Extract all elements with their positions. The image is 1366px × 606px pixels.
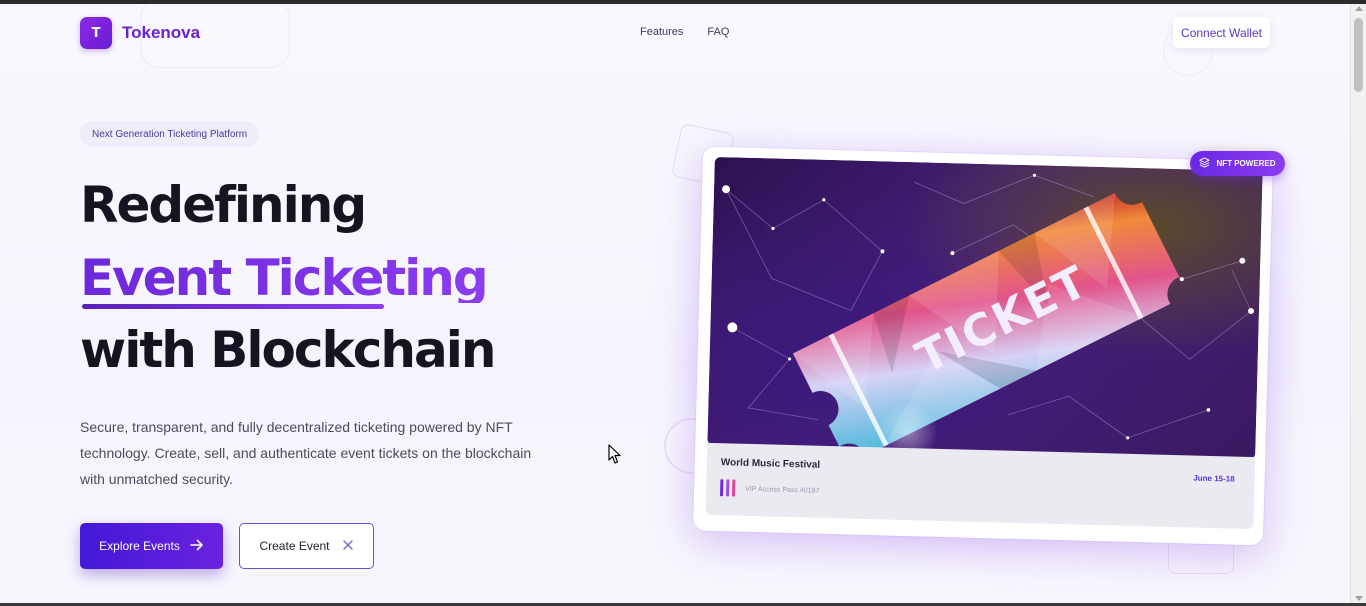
mouse-cursor-icon (608, 444, 622, 469)
ticket-card[interactable]: TICKET World Music Festival June 15-18 V… (693, 146, 1273, 546)
vertical-scrollbar[interactable] (1350, 4, 1366, 603)
ticket-info: World Music Festival June 15-18 VIP Acce… (705, 442, 1256, 530)
nft-badge-label: NFT POWERED (1216, 159, 1276, 168)
pass-barcode-icon (719, 479, 736, 497)
nft-powered-badge: NFT POWERED (1190, 151, 1285, 176)
event-date: June 15-18 (1193, 473, 1235, 484)
scroll-up-icon[interactable] (1355, 6, 1363, 11)
hero-title-line-2: Event Ticketing (80, 249, 489, 307)
hero-title-line-1: Redefining (80, 176, 367, 234)
create-event-label: Create Event (259, 539, 330, 553)
arrow-right-icon (190, 539, 204, 553)
title-underline (82, 304, 384, 309)
explore-events-button[interactable]: Explore Events (80, 523, 223, 569)
site-header: T Tokenova Features FAQ Connect Wallet (0, 4, 1350, 76)
event-name: World Music Festival (720, 457, 821, 471)
explore-events-label: Explore Events (99, 539, 180, 553)
scroll-thumb[interactable] (1354, 18, 1363, 92)
hero-description: Secure, transparent, and fully decentral… (80, 419, 532, 487)
nav-link-faq[interactable]: FAQ (707, 26, 729, 38)
nav-link-features[interactable]: Features (640, 26, 683, 38)
logo-mark: T (80, 17, 112, 49)
create-event-button[interactable]: Create Event (239, 523, 374, 569)
main-nav: Features FAQ (640, 26, 729, 38)
brand-logo[interactable]: T Tokenova (80, 17, 200, 49)
ticket-illustration: TICKET (722, 173, 1255, 460)
hero-title-line-3: with Blockchain (80, 321, 496, 379)
pass-label: VIP Access Pass #0187 (745, 485, 820, 495)
landing-page: T Tokenova Features FAQ Connect Wallet N… (0, 4, 1350, 603)
scroll-down-icon[interactable] (1355, 596, 1363, 601)
layers-icon (1199, 157, 1211, 170)
connect-wallet-button[interactable]: Connect Wallet (1173, 17, 1270, 48)
ticket-artwork: TICKET (707, 156, 1263, 460)
hero-badge: Next Generation Ticketing Platform (80, 121, 260, 147)
brand-name: Tokenova (122, 23, 201, 42)
sparkle-icon (342, 539, 354, 553)
